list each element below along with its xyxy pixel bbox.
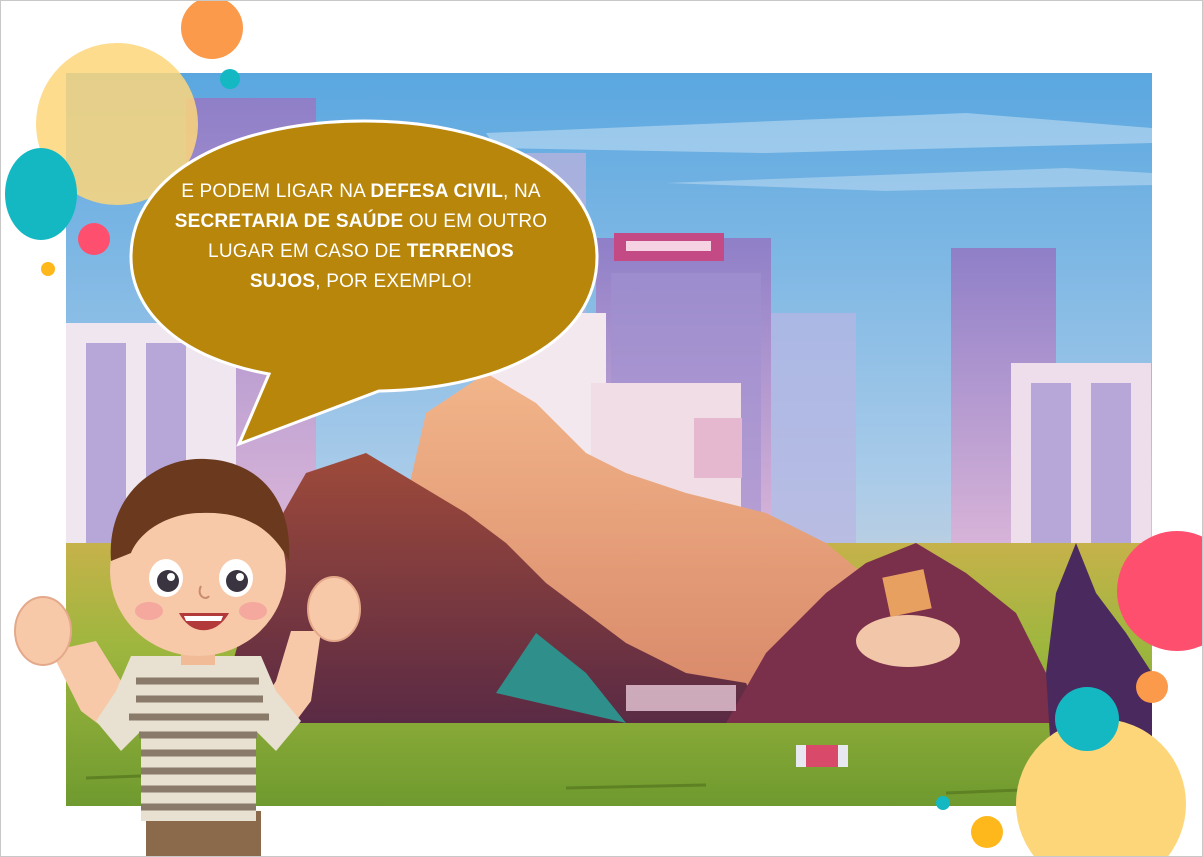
slide-frame: E PODEM LIGAR NA DEFESA CIVIL, NA SECRET…: [0, 0, 1203, 857]
speech-segment: E PODEM LIGAR NA: [181, 181, 371, 202]
dot-teal-left: [5, 148, 77, 240]
dot-orange-right: [1136, 671, 1168, 703]
dot-teal-small-bottom: [936, 796, 950, 810]
speech-bubble-text: E PODEM LIGAR NA DEFESA CIVIL, NA SECRET…: [171, 177, 551, 297]
dot-orange-top: [181, 1, 243, 59]
dot-gold-left: [41, 262, 55, 276]
dot-pink-left: [78, 223, 110, 255]
speech-bold-segment: DEFESA CIVIL: [370, 181, 504, 202]
boy-character: [14, 458, 361, 856]
dot-teal-small-top: [220, 69, 240, 89]
speech-segment: , POR EXEMPLO!: [315, 271, 473, 292]
dot-teal-right: [1055, 687, 1119, 751]
speech-bold-segment: SECRETARIA DE SAÚDE: [174, 211, 404, 232]
dot-gold-bottom: [971, 816, 1003, 848]
speech-segment: , NA: [503, 181, 541, 202]
